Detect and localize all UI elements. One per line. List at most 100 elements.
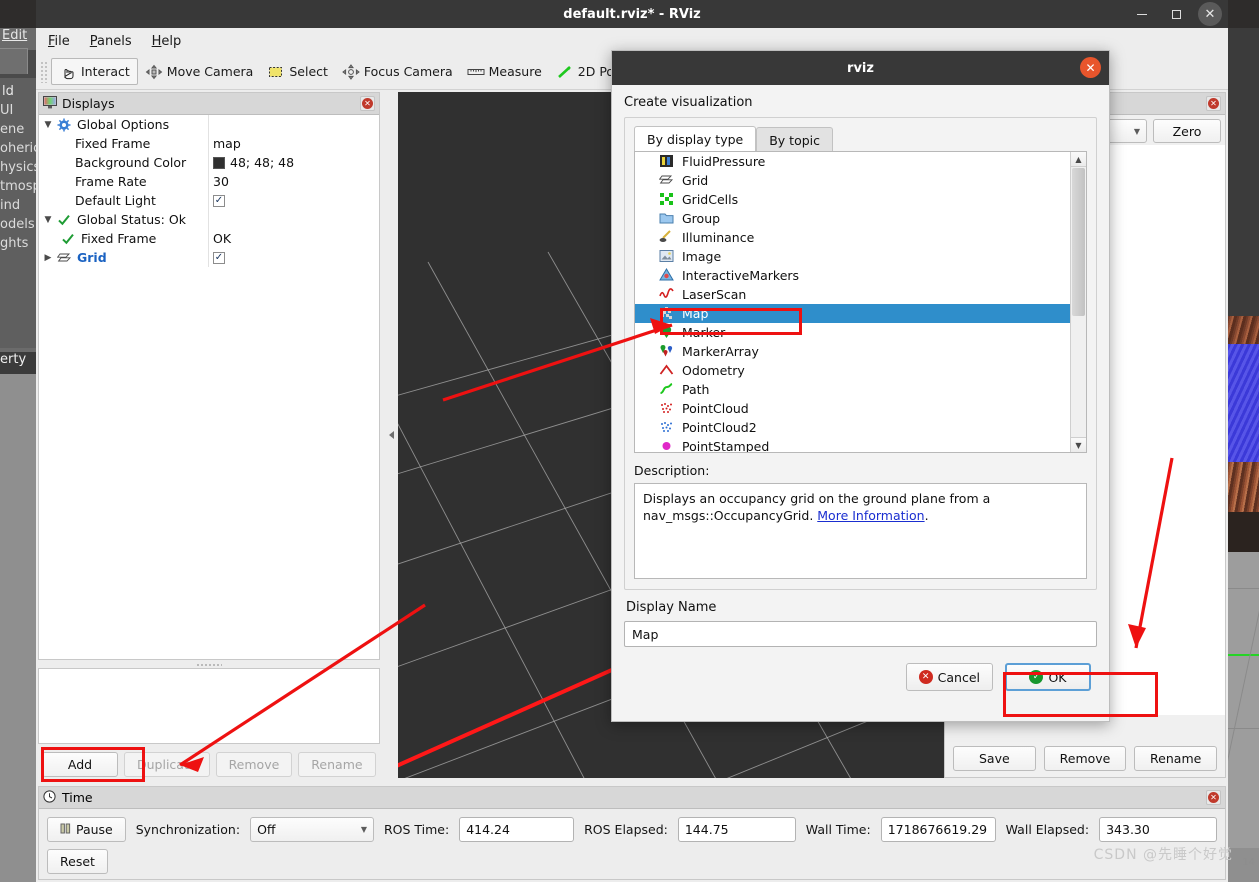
background-menu-edit-label: Edit bbox=[2, 28, 28, 43]
background-lower-area bbox=[0, 374, 40, 882]
close-icon[interactable]: ✕ bbox=[1198, 2, 1222, 26]
list-item-group[interactable]: Group bbox=[635, 209, 1070, 228]
tool-move-camera[interactable]: Move Camera bbox=[138, 58, 261, 85]
add-button[interactable]: Add bbox=[42, 751, 118, 777]
display-type-listbox[interactable]: FluidPressure Grid GridCells Group Illum… bbox=[634, 151, 1087, 453]
sync-combo[interactable]: Off ▼ bbox=[250, 816, 374, 842]
display-name-input[interactable]: Map bbox=[624, 621, 1097, 647]
list-item-fluidpressure[interactable]: FluidPressure bbox=[635, 152, 1070, 171]
tree-twisty[interactable]: ▼ bbox=[39, 215, 57, 225]
tab-by-topic[interactable]: By topic bbox=[756, 127, 834, 152]
tree-row-status-fixed-frame[interactable]: Fixed Frame OK bbox=[39, 229, 379, 248]
panel-close-icon[interactable]: ✕ bbox=[1206, 96, 1221, 111]
list-item-odometry[interactable]: Odometry bbox=[635, 361, 1070, 380]
maximize-icon[interactable] bbox=[1164, 2, 1188, 26]
description-box: Displays an occupancy grid on the ground… bbox=[634, 483, 1087, 579]
display-type-group: By display type By topic FluidPressure G… bbox=[624, 117, 1097, 590]
tool-interact-label: Interact bbox=[81, 64, 130, 79]
tree-row-global-options[interactable]: ▼ Global Options bbox=[39, 115, 379, 134]
menu-file[interactable]: File bbox=[48, 34, 70, 49]
list-item-pointstamped[interactable]: PointStamped bbox=[635, 437, 1070, 452]
tree-row-value[interactable]: 30 bbox=[213, 174, 229, 189]
ok-button[interactable]: ✓ OK bbox=[1005, 663, 1091, 691]
pause-button[interactable]: Pause bbox=[47, 816, 126, 842]
tree-row-frame-rate[interactable]: Frame Rate 30 bbox=[39, 172, 379, 191]
pause-button-label: Pause bbox=[75, 821, 113, 837]
cancel-button[interactable]: ✕ Cancel bbox=[905, 663, 993, 691]
panel-close-icon[interactable]: ✕ bbox=[360, 96, 375, 111]
tree-row-label: Global Status: Ok bbox=[77, 212, 186, 227]
save-button[interactable]: Save bbox=[953, 746, 1036, 771]
list-item-illuminance[interactable]: Illuminance bbox=[635, 228, 1070, 247]
rename-button-right[interactable]: Rename bbox=[1134, 746, 1218, 771]
scrollbar-thumb[interactable] bbox=[1072, 168, 1085, 316]
list-item-pointcloud2[interactable]: PointCloud2 bbox=[635, 418, 1070, 437]
dialog-close-icon[interactable]: ✕ bbox=[1080, 57, 1101, 78]
background-tab[interactable] bbox=[0, 48, 28, 74]
tree-row-global-status[interactable]: ▼ Global Status: Ok bbox=[39, 210, 379, 229]
displays-splitter[interactable] bbox=[38, 660, 380, 668]
scroll-up-icon[interactable]: ▲ bbox=[1071, 152, 1086, 167]
background-tree: ld UI ene oheric hysics tmosp ind odels … bbox=[0, 78, 40, 348]
toolbar-grip[interactable] bbox=[40, 60, 49, 83]
gridcells-icon bbox=[659, 192, 676, 207]
list-item-path[interactable]: Path bbox=[635, 380, 1070, 399]
description-label: Description: bbox=[634, 463, 710, 478]
tree-row-fixed-frame[interactable]: Fixed Frame map bbox=[39, 134, 379, 153]
list-item-marker[interactable]: Marker bbox=[635, 323, 1070, 342]
list-scrollbar[interactable]: ▲ ▼ bbox=[1070, 152, 1086, 452]
tool-select[interactable]: Select bbox=[260, 58, 335, 85]
list-item-markerarray[interactable]: MarkerArray bbox=[635, 342, 1070, 361]
tree-row-label: Fixed Frame bbox=[81, 231, 157, 246]
list-item-pointcloud[interactable]: PointCloud bbox=[635, 399, 1070, 418]
list-item-map[interactable]: Map bbox=[635, 304, 1070, 323]
background-menu-edit[interactable]: Edit bbox=[0, 28, 40, 50]
tool-measure[interactable]: Measure bbox=[460, 58, 549, 85]
rename-button: Rename bbox=[298, 751, 376, 777]
ros-time-input[interactable]: 414.24 bbox=[459, 816, 575, 842]
wall-time-input[interactable]: 1718676619.29 bbox=[880, 816, 996, 842]
description-text-after: . bbox=[924, 508, 929, 523]
tree-twisty[interactable]: ▼ bbox=[39, 120, 57, 130]
time-panel-header: Time ✕ bbox=[39, 787, 1225, 809]
menu-panels[interactable]: Panels bbox=[90, 34, 132, 49]
remove-button: Remove bbox=[215, 751, 293, 777]
wall-elapsed-label: Wall Elapsed: bbox=[1005, 821, 1090, 837]
default-light-checkbox[interactable]: ✓ bbox=[213, 194, 225, 207]
image-icon bbox=[659, 249, 676, 264]
tab-by-display-type[interactable]: By display type bbox=[634, 126, 757, 152]
ros-elapsed-input[interactable]: 144.75 bbox=[677, 816, 796, 842]
illuminance-icon bbox=[659, 230, 676, 245]
reset-button[interactable]: Reset bbox=[47, 848, 108, 874]
tree-row-default-light[interactable]: Default Light ✓ bbox=[39, 191, 379, 210]
displays-secondary-panel bbox=[38, 668, 380, 744]
pointcloud-icon bbox=[659, 401, 676, 416]
tree-row-value[interactable]: map bbox=[213, 136, 241, 151]
list-item-image[interactable]: Image bbox=[635, 247, 1070, 266]
list-item-gridcells[interactable]: GridCells bbox=[635, 190, 1070, 209]
list-item-grid[interactable]: Grid bbox=[635, 171, 1070, 190]
zero-button[interactable]: Zero bbox=[1153, 119, 1221, 143]
displays-tree[interactable]: ▼ Global Options Fixed Frame map Backgro… bbox=[39, 115, 379, 659]
view-splitter-handle[interactable] bbox=[386, 92, 396, 778]
pointstamped-icon bbox=[659, 439, 676, 452]
background-green-axis bbox=[1228, 654, 1259, 656]
tree-row-grid[interactable]: ▶ Grid ✓ bbox=[39, 248, 379, 267]
tool-focus-camera[interactable]: Focus Camera bbox=[335, 58, 460, 85]
tree-row-background-color[interactable]: Background Color 48; 48; 48 bbox=[39, 153, 379, 172]
list-item-interactivemarkers[interactable]: InteractiveMarkers bbox=[635, 266, 1070, 285]
tree-row-label[interactable]: Grid bbox=[77, 250, 107, 265]
list-item-laserscan[interactable]: LaserScan bbox=[635, 285, 1070, 304]
menu-file-rest: ile bbox=[54, 33, 70, 49]
more-information-link[interactable]: More Information bbox=[817, 508, 924, 523]
grid-checkbox[interactable]: ✓ bbox=[213, 251, 225, 264]
menu-help[interactable]: Help bbox=[152, 34, 182, 49]
color-swatch[interactable] bbox=[213, 156, 225, 169]
tool-interact[interactable]: Interact bbox=[51, 58, 138, 85]
remove-button-right[interactable]: Remove bbox=[1043, 746, 1127, 771]
tree-twisty[interactable]: ▶ bbox=[39, 253, 57, 263]
panel-close-icon[interactable]: ✕ bbox=[1206, 790, 1221, 805]
wall-elapsed-input[interactable]: 343.30 bbox=[1099, 816, 1217, 842]
scroll-down-icon[interactable]: ▼ bbox=[1071, 437, 1086, 452]
minimize-icon[interactable] bbox=[1130, 2, 1154, 26]
